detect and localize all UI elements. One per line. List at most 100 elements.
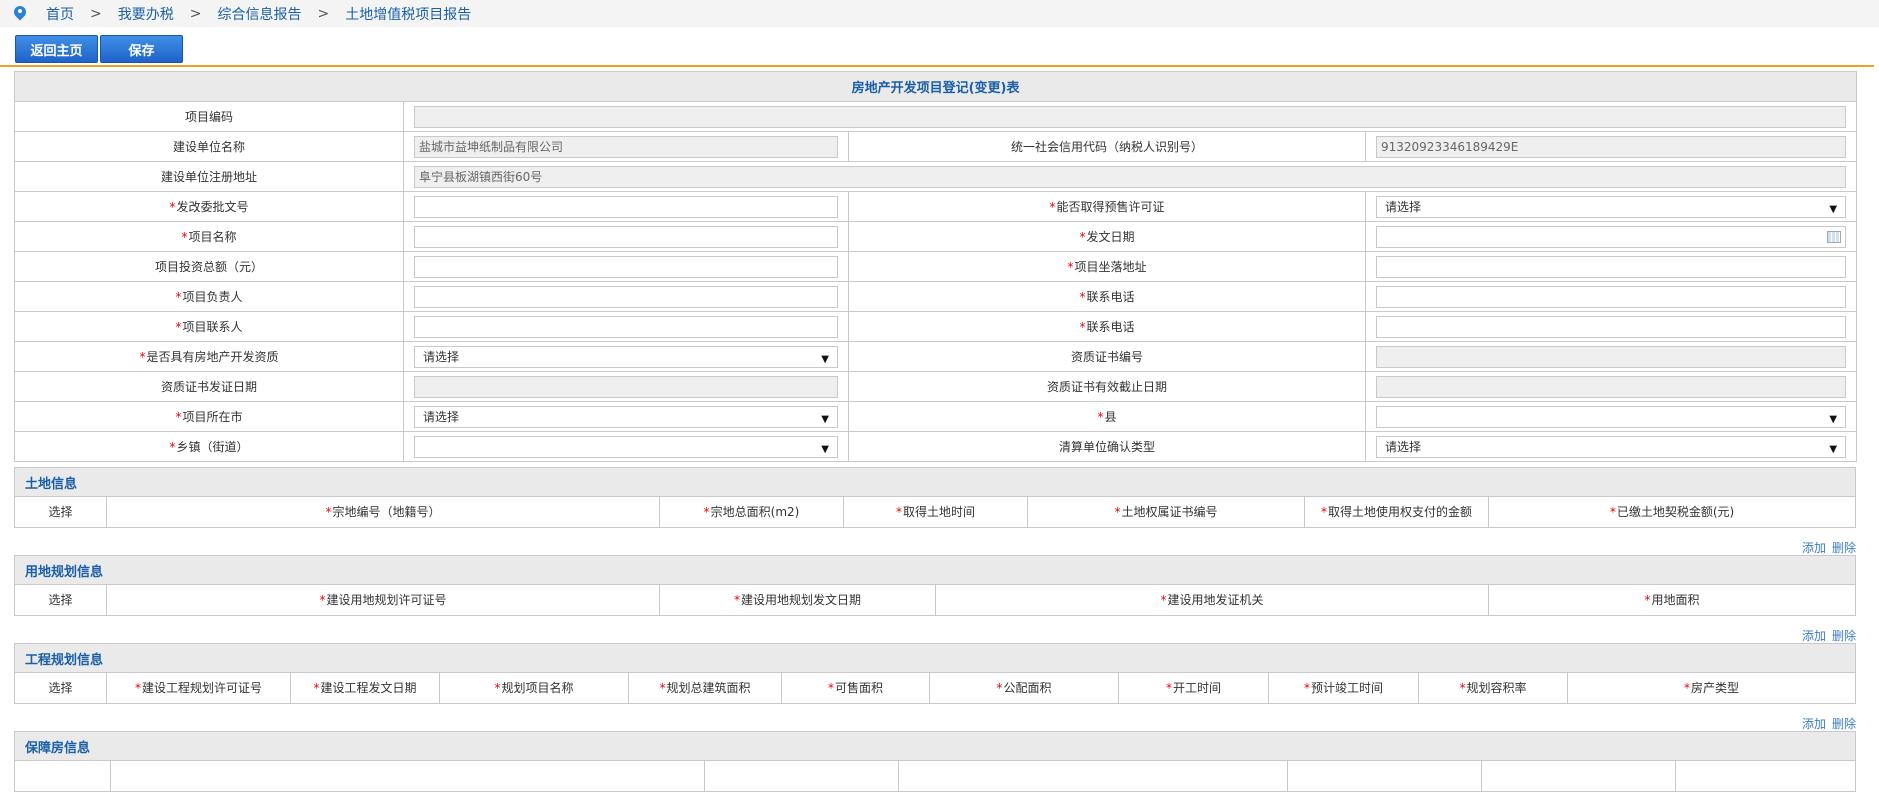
calendar-icon[interactable] [1827, 230, 1842, 243]
approval-no-label: *发改委批文号 [14, 191, 404, 222]
add-plan-link[interactable]: 添加 [1802, 629, 1826, 643]
col-acquire-time: *取得土地时间 [843, 497, 1028, 528]
leader-input[interactable] [414, 285, 838, 308]
breadcrumb: 首页 > 我要办税 > 综合信息报告 > 土地增值税项目报告 [0, 0, 1879, 27]
cert-date-label: 资质证书发证日期 [14, 371, 404, 402]
delete-eng-link[interactable]: 删除 [1832, 717, 1856, 731]
cert-expire-label: 资质证书有效截止日期 [848, 371, 1366, 402]
col-select: 选择 [14, 673, 107, 704]
approval-no-input[interactable] [414, 195, 838, 218]
plan-info-title: 用地规划信息 [14, 555, 1856, 585]
form-title: 房地产开发项目登记(变更)表 [13, 71, 1858, 102]
issue-date-input[interactable] [1376, 225, 1847, 248]
col-eng-far: *规划容积率 [1418, 673, 1568, 704]
project-form: 房地产开发项目登记(变更)表 项目编码 建设单位名称 盐城市益坤纸制品有限公司 … [13, 71, 1858, 462]
qualified-label: *是否具有房地产开发资质 [14, 341, 404, 372]
qualified-select[interactable]: 请选择 [414, 345, 838, 370]
plan-info-section: 用地规划信息 选择 *建设用地规划许可证号 *建设用地规划发文日期 *建设用地发… [14, 555, 1856, 616]
delete-land-link[interactable]: 删除 [1832, 541, 1856, 555]
col-deed-tax: *已缴土地契税金额(元) [1488, 497, 1856, 528]
land-ops: 添加 删除 [1796, 539, 1856, 556]
project-name-label: *项目名称 [14, 221, 404, 252]
col-eng-permit: *建设工程规划许可证号 [106, 673, 291, 704]
col-plan-permit: *建设用地规划许可证号 [106, 585, 660, 616]
settle-type-label: 清算单位确认类型 [848, 431, 1366, 462]
col-eng-start: *开工时间 [1118, 673, 1269, 704]
table-cell [1287, 761, 1482, 792]
leader-label: *项目负责人 [14, 281, 404, 312]
credit-code-field: 91320923346189429E [1376, 135, 1847, 158]
table-cell [1481, 761, 1676, 792]
land-info-section: 土地信息 选择 *宗地编号（地籍号） *宗地总面积(m2) *取得土地时间 *土… [14, 467, 1856, 528]
county-select[interactable] [1376, 405, 1847, 430]
city-label: *项目所在市 [14, 401, 404, 432]
table-cell [898, 761, 1288, 792]
phone1-label: *联系电话 [848, 281, 1366, 312]
col-eng-total-area: *规划总建筑面积 [628, 673, 782, 704]
house-info-title: 保障房信息 [14, 731, 1856, 761]
delete-plan-link[interactable]: 删除 [1832, 629, 1856, 643]
settle-type-select[interactable]: 请选择 [1376, 435, 1847, 460]
eng-info-section: 工程规划信息 选择 *建设工程规划许可证号 *建设工程发文日期 *规划项目名称 … [14, 643, 1856, 704]
col-eng-type: *房产类型 [1567, 673, 1856, 704]
back-home-button[interactable]: 返回主页 [15, 35, 98, 63]
county-label: *县 [848, 401, 1366, 432]
col-select: 选择 [14, 497, 107, 528]
phone2-input[interactable] [1376, 315, 1847, 338]
presale-select[interactable]: 请选择 [1376, 195, 1847, 220]
cert-expire-field [1376, 375, 1847, 398]
col-plan-area: *用地面积 [1488, 585, 1856, 616]
credit-code-label: 统一社会信用代码（纳税人识别号） [848, 131, 1366, 162]
cert-date-field [414, 375, 838, 398]
phone1-input[interactable] [1376, 285, 1847, 308]
col-eng-name: *规划项目名称 [439, 673, 629, 704]
breadcrumb-tax[interactable]: 我要办税 [118, 4, 174, 24]
city-select[interactable]: 请选择 [414, 405, 838, 430]
invest-label: 项目投资总额（元） [14, 251, 404, 282]
breadcrumb-home[interactable]: 首页 [46, 4, 74, 24]
invest-input[interactable] [414, 255, 838, 278]
table-cell [14, 761, 111, 792]
table-cell [704, 761, 899, 792]
col-parcel-area: *宗地总面积(m2) [659, 497, 844, 528]
col-plan-authority: *建设用地发证机关 [935, 585, 1489, 616]
col-title-cert: *土地权属证书编号 [1027, 497, 1305, 528]
plan-ops: 添加 删除 [1796, 627, 1856, 644]
add-land-link[interactable]: 添加 [1802, 541, 1826, 555]
location-input[interactable] [1376, 255, 1847, 278]
cert-no-field [1376, 345, 1847, 368]
col-land-pay: *取得土地使用权支付的金额 [1304, 497, 1489, 528]
col-select: 选择 [14, 585, 107, 616]
town-label: *乡镇（街道） [14, 431, 404, 462]
presale-label: *能否取得预售许可证 [848, 191, 1366, 222]
issue-date-label: *发文日期 [848, 221, 1366, 252]
col-eng-sale-area: *可售面积 [781, 673, 930, 704]
breadcrumb-report[interactable]: 综合信息报告 [217, 4, 301, 24]
table-cell [1675, 761, 1856, 792]
house-info-section: 保障房信息 [14, 731, 1856, 792]
cert-no-label: 资质证书编号 [848, 341, 1366, 372]
project-name-input[interactable] [414, 225, 838, 248]
location-pin-icon [14, 6, 26, 22]
contact-label: *项目联系人 [14, 311, 404, 342]
col-eng-finish: *预计竣工时间 [1268, 673, 1419, 704]
breadcrumb-separator: > [317, 5, 330, 22]
phone2-label: *联系电话 [848, 311, 1366, 342]
col-eng-date: *建设工程发文日期 [290, 673, 440, 704]
breadcrumb-current[interactable]: 土地增值税项目报告 [345, 4, 471, 24]
project-code-label: 项目编码 [14, 101, 404, 132]
contact-input[interactable] [414, 315, 838, 338]
town-select[interactable] [414, 435, 838, 460]
land-info-title: 土地信息 [14, 467, 1856, 497]
builder-name-label: 建设单位名称 [14, 131, 404, 162]
col-parcel-no: *宗地编号（地籍号） [106, 497, 660, 528]
eng-info-title: 工程规划信息 [14, 643, 1856, 673]
breadcrumb-separator: > [189, 5, 202, 22]
table-cell [110, 761, 705, 792]
save-button[interactable]: 保存 [100, 35, 183, 63]
reg-address-field: 阜宁县板湖镇西街60号 [414, 165, 1847, 188]
eng-ops: 添加 删除 [1796, 715, 1856, 732]
toolbar: 返回主页 保存 [0, 27, 1874, 67]
add-eng-link[interactable]: 添加 [1802, 717, 1826, 731]
project-code-field [414, 105, 1847, 128]
